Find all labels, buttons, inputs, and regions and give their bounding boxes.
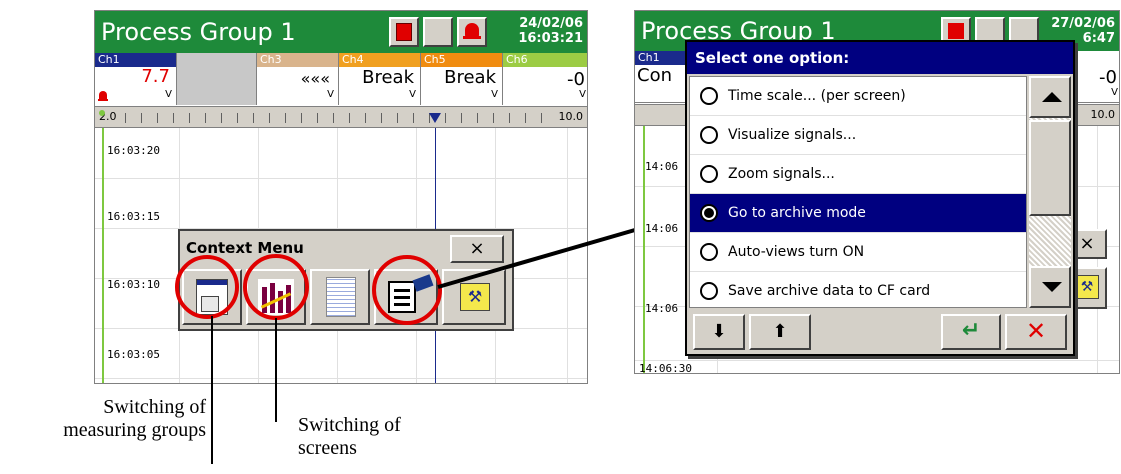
scroll-thumb[interactable] xyxy=(1029,120,1071,216)
channel-tag: Ch1 xyxy=(95,53,176,67)
cancel-button[interactable]: ✕ xyxy=(1005,314,1067,350)
arrow-down-icon: ⬇ xyxy=(711,321,727,342)
triangle-down-icon xyxy=(1042,282,1062,292)
arrow-up-icon: ⬆ xyxy=(772,321,788,342)
dialog-title: Select one option: xyxy=(687,42,1073,74)
channel-3[interactable]: Ch3 ««« V xyxy=(257,53,339,105)
channel-value: Break xyxy=(362,67,414,88)
confirm-button[interactable]: ↵ xyxy=(941,314,1001,350)
option-save-archive[interactable]: Save archive data to CF card xyxy=(690,272,1026,307)
channel-tag: Ch5 xyxy=(421,53,502,67)
options-list: Time scale... (per screen) Visualize sig… xyxy=(689,76,1027,308)
time-label: 14:06 xyxy=(645,160,679,173)
time-label: 14:06 xyxy=(645,222,679,235)
radio-icon xyxy=(700,282,718,300)
channel-6[interactable]: Ch6 -0 V xyxy=(503,53,587,105)
option-zoom-signals[interactable]: Zoom signals... xyxy=(690,155,1026,194)
stop-button[interactable] xyxy=(389,17,419,47)
signal-line-green xyxy=(102,128,104,383)
channel-unit: V xyxy=(165,89,172,100)
green-marker-icon xyxy=(99,110,105,116)
move-up-button[interactable]: ⬆ xyxy=(749,314,811,350)
alarm-button[interactable] xyxy=(457,17,487,47)
tools-icon: ⚒ xyxy=(1075,275,1099,299)
channel-unit: V xyxy=(491,89,498,100)
scale-max: 10.0 xyxy=(1090,108,1116,121)
channel-tag: Ch6 xyxy=(503,53,587,67)
blank-button[interactable] xyxy=(423,17,453,47)
channel-tag: Ch3 xyxy=(257,53,338,67)
time-text: 16:03:21 xyxy=(518,31,583,46)
time-label: 16:03:05 xyxy=(107,348,160,361)
scroll-up-button[interactable] xyxy=(1029,76,1071,118)
page-title: Process Group 1 xyxy=(101,18,296,46)
caption-group-switching: Switching of measuring groups xyxy=(63,396,206,441)
caption-screen-switching: Switching of screens xyxy=(298,414,401,459)
channel-value: ««« xyxy=(300,69,330,88)
scale-ticks xyxy=(125,113,545,123)
channel-value: Con xyxy=(637,65,672,86)
time-label: 16:03:15 xyxy=(107,210,160,223)
left-title-bar: Process Group 1 24/02/06 16:03:21 xyxy=(95,11,587,53)
options-scrollbar[interactable] xyxy=(1029,76,1071,308)
stop-icon xyxy=(948,23,964,39)
channel-value: 7.7 xyxy=(141,66,170,87)
channel-5[interactable]: Ch5 Break V xyxy=(421,53,503,105)
option-visualize-signals[interactable]: Visualize signals... xyxy=(690,116,1026,155)
scale-max: 10.0 xyxy=(558,110,584,123)
channel-value: -0 xyxy=(567,69,585,90)
time-label: 16:03:20 xyxy=(107,144,160,157)
time-label: 14:06:30 xyxy=(639,362,692,374)
cancel-x-icon: ✕ xyxy=(1025,317,1047,345)
channel-unit: V xyxy=(1111,87,1118,98)
time-label: 16:03:10 xyxy=(107,278,160,291)
radio-icon xyxy=(700,165,718,183)
channel-unit: V xyxy=(579,89,586,100)
date-text: 27/02/06 xyxy=(1051,16,1115,31)
channel-2[interactable] xyxy=(177,53,257,105)
triangle-up-icon xyxy=(1042,92,1062,102)
highlight-circle-screen xyxy=(243,254,309,320)
radio-icon xyxy=(700,87,718,105)
radio-icon xyxy=(700,243,718,261)
close-icon: × xyxy=(1079,233,1095,254)
option-archive-mode[interactable]: Go to archive mode xyxy=(690,194,1026,233)
option-time-scale[interactable]: Time scale... (per screen) xyxy=(690,77,1026,116)
channel-unit: V xyxy=(327,89,334,100)
table-view-button[interactable] xyxy=(310,269,370,325)
radio-selected-icon xyxy=(700,204,718,222)
option-auto-views[interactable]: Auto-views turn ON xyxy=(690,233,1026,272)
stop-icon xyxy=(396,23,412,41)
channel-unit: V xyxy=(409,89,416,100)
scroll-down-button[interactable] xyxy=(1029,266,1071,308)
radio-icon xyxy=(700,126,718,144)
blue-marker-icon xyxy=(429,113,441,123)
highlight-circle-group xyxy=(175,255,239,319)
select-option-dialog: Select one option: Time scale... (per sc… xyxy=(685,40,1075,356)
datetime: 24/02/06 16:03:21 xyxy=(495,16,583,46)
alarm-bell-icon xyxy=(99,91,107,99)
move-down-button[interactable]: ⬇ xyxy=(693,314,745,350)
enter-icon: ↵ xyxy=(961,318,981,343)
callout-line-group xyxy=(211,316,213,464)
date-text: 24/02/06 xyxy=(519,16,583,31)
channel-value: -0 xyxy=(1099,67,1117,88)
table-icon xyxy=(326,277,356,317)
channel-1[interactable]: Ch1 7.7 V xyxy=(95,53,177,105)
callout-line-screen xyxy=(275,318,277,422)
channel-strip: Ch1 7.7 V Ch3 ««« V Ch4 Break V Ch5 Brea… xyxy=(95,53,587,105)
channel-tag: Ch4 xyxy=(339,53,420,67)
bell-icon xyxy=(465,23,479,37)
time-label: 14:06 xyxy=(645,302,679,315)
channel-value: Break xyxy=(444,67,496,88)
scale-bar: 2.0 10.0 xyxy=(95,106,587,128)
channel-4[interactable]: Ch4 Break V xyxy=(339,53,421,105)
